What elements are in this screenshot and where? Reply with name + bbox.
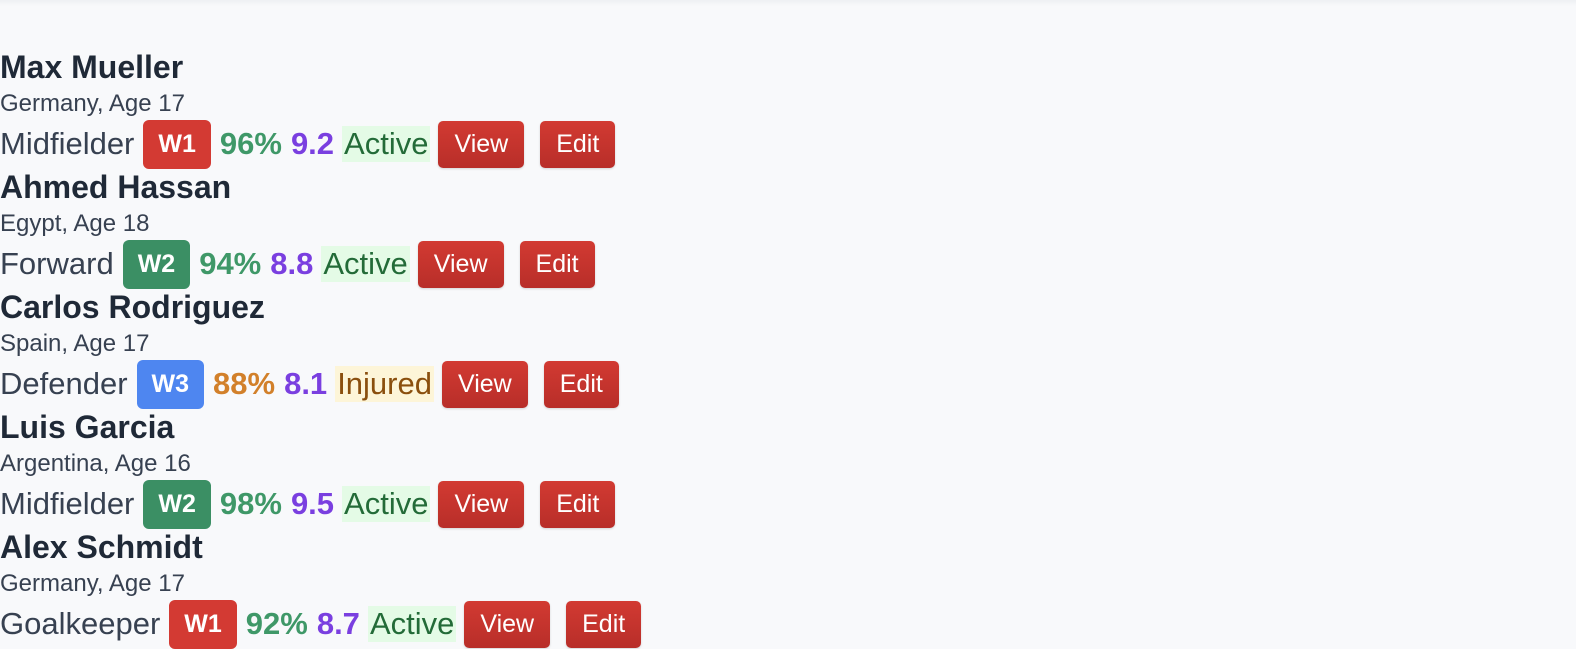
edit-button[interactable]: Edit: [519, 240, 595, 288]
week-badge: W1: [143, 119, 211, 169]
player-rating: 8.1: [284, 366, 328, 401]
player-details: Germany, Age 17: [0, 570, 185, 597]
player-stats-row: Defender W3 88% 8.1 Injured View Edit: [0, 359, 619, 409]
fitness-percent: 98%: [219, 486, 282, 521]
fitness-percent: 92%: [245, 606, 308, 641]
player-details: Argentina, Age 16: [0, 450, 191, 477]
status-badge: Active: [321, 246, 410, 282]
player-position: Midfielder: [0, 126, 135, 161]
top-divider: [0, 0, 1576, 6]
player-name: Luis Garcia: [0, 409, 175, 445]
view-button[interactable]: View: [438, 120, 525, 168]
fitness-percent: 94%: [199, 246, 262, 281]
player-name: Ahmed Hassan: [0, 169, 232, 205]
fitness-percent: 96%: [219, 126, 282, 161]
status-badge: Active: [342, 486, 431, 522]
player-rating: 8.7: [316, 606, 360, 641]
status-badge: Active: [342, 126, 431, 162]
player-name: Max Mueller: [0, 49, 184, 85]
status-badge: Active: [367, 606, 457, 642]
view-button[interactable]: View: [417, 240, 504, 288]
player-position: Midfielder: [0, 486, 135, 521]
player-stats-row: Goalkeeper W1 92% 8.7 Active View Edit: [0, 599, 642, 649]
view-button[interactable]: View: [464, 600, 551, 648]
week-badge: W1: [169, 599, 237, 649]
player-position: Forward: [0, 246, 114, 281]
view-button[interactable]: View: [441, 360, 528, 408]
player-name: Alex Schmidt: [0, 529, 203, 565]
edit-button[interactable]: Edit: [540, 120, 616, 168]
status-badge: Injured: [335, 366, 434, 402]
player-position: Goalkeeper: [0, 606, 161, 641]
player-stats-row: Forward W2 94% 8.8 Active View Edit: [0, 239, 595, 289]
player-rating: 9.2: [290, 126, 335, 161]
edit-button[interactable]: Edit: [540, 480, 616, 528]
player-rating: 9.5: [290, 486, 335, 521]
edit-button[interactable]: Edit: [566, 600, 642, 648]
week-badge: W2: [143, 479, 211, 529]
player-details: Spain, Age 17: [0, 330, 150, 357]
player-position: Defender: [0, 366, 128, 401]
player-stats-row: Midfielder W1 96% 9.2 Active View Edit: [0, 119, 616, 169]
week-badge: W3: [136, 359, 205, 409]
view-button[interactable]: View: [438, 480, 525, 528]
player-details: Germany, Age 17: [0, 90, 185, 117]
player-stats-row: Midfielder W2 98% 9.5 Active View Edit: [0, 479, 616, 529]
player-rating: 8.8: [270, 246, 314, 281]
fitness-percent: 88%: [213, 366, 276, 401]
edit-button[interactable]: Edit: [543, 360, 619, 408]
player-name: Carlos Rodriguez: [0, 289, 265, 325]
player-details: Egypt, Age 18: [0, 210, 150, 237]
week-badge: W2: [122, 239, 191, 289]
